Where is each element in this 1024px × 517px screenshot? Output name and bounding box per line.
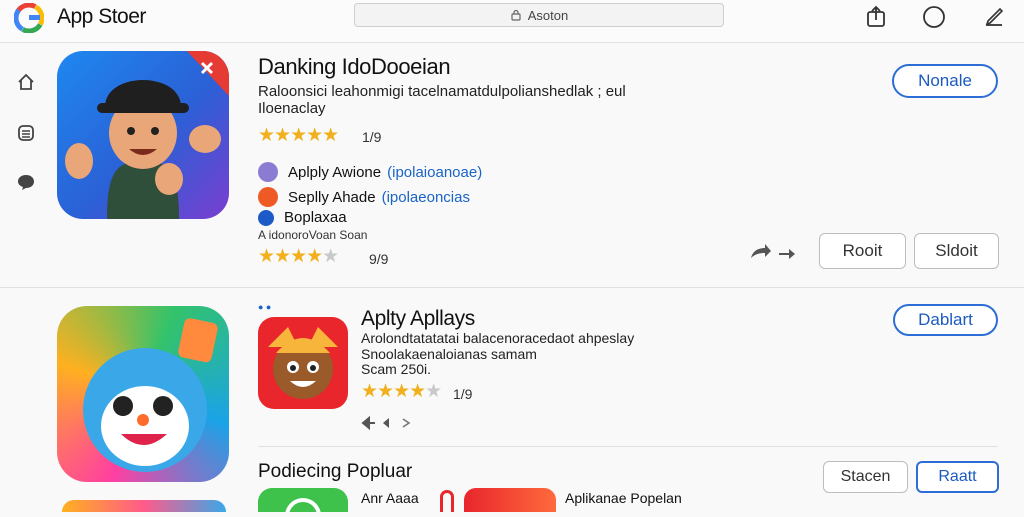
lock-icon bbox=[511, 9, 521, 21]
listing1-note: A idonoroVoan Soan bbox=[258, 228, 368, 242]
listing2-title[interactable]: Aplty Apllays bbox=[361, 307, 475, 331]
share-icon[interactable] bbox=[863, 4, 889, 30]
app-store-logo-icon[interactable] bbox=[14, 3, 44, 33]
listing2-marker-icon: ● ● bbox=[258, 302, 272, 312]
popular-button-a[interactable]: Stacen bbox=[823, 461, 908, 493]
app-dot-icon bbox=[258, 187, 278, 207]
listing1-desc-line1: Raloonsici leahonmigi tacelnamatdulpolia… bbox=[258, 83, 626, 100]
search-input[interactable]: Asoton bbox=[354, 3, 724, 27]
whatsapp-icon[interactable] bbox=[258, 488, 348, 517]
listing1-rating-stars: ★★★★★ bbox=[258, 125, 339, 146]
compass-icon[interactable] bbox=[921, 4, 947, 30]
listing2-desc-line3: Scam 250i. bbox=[361, 361, 432, 377]
popular-item-b[interactable]: Aplikanae Popelan bbox=[565, 490, 682, 506]
listing2-app-icon[interactable] bbox=[57, 306, 229, 482]
popular-item-a[interactable]: Anr Aaaa bbox=[361, 490, 419, 506]
listing2-primary-button[interactable]: Dablart bbox=[893, 304, 998, 336]
edit-icon[interactable] bbox=[981, 4, 1007, 30]
app-dot-icon bbox=[258, 162, 278, 182]
listing1-sub-item[interactable]: Seplly Ahade (ipolaeoncias bbox=[258, 187, 470, 207]
listing2-rating-count: 1/9 bbox=[453, 386, 473, 402]
library-icon[interactable] bbox=[14, 121, 38, 145]
sub-item-label: Boplaxaa bbox=[284, 209, 347, 226]
listing1-sub-item[interactable]: Boplaxaa bbox=[258, 209, 347, 226]
listing1-button-b[interactable]: Sldoit bbox=[914, 233, 999, 269]
popular-button-b[interactable]: Raatt bbox=[916, 461, 999, 493]
sub-item-label: Aplply Awione bbox=[288, 163, 382, 181]
listing2-action-icons[interactable] bbox=[361, 415, 417, 435]
listing1-app-icon[interactable] bbox=[57, 51, 229, 219]
cartoon-bird-icon bbox=[83, 318, 218, 472]
listing2-small-icon[interactable] bbox=[258, 317, 348, 409]
listing1-primary-button[interactable]: Nonale bbox=[892, 64, 998, 98]
section-divider bbox=[0, 287, 1024, 288]
popular-app-icon[interactable] bbox=[62, 500, 226, 512]
listing1-desc-line2: Iloenaclay bbox=[258, 100, 326, 117]
app-title: App Stoer bbox=[57, 5, 146, 28]
home-icon[interactable] bbox=[14, 70, 38, 94]
section-divider bbox=[258, 446, 998, 447]
popular-item-a-icon bbox=[440, 490, 454, 512]
listing2-rating-stars: ★★★★★ bbox=[361, 381, 442, 402]
listing1-rating-stars-2: ★★★★★ bbox=[258, 246, 339, 267]
listing1-rating-count-2: 9/9 bbox=[369, 251, 389, 267]
listing1-title[interactable]: Danking IdoDooeian bbox=[258, 54, 451, 80]
cartoon-cat-icon bbox=[268, 327, 338, 399]
listing1-button-a[interactable]: Rooit bbox=[819, 233, 906, 269]
chat-icon[interactable] bbox=[14, 170, 38, 194]
forward-icon[interactable] bbox=[749, 244, 797, 267]
listing1-sub-item[interactable]: Aplply Awione (ipolaioanoae) bbox=[258, 162, 482, 182]
sub-item-link[interactable]: (ipolaioanoae) bbox=[387, 164, 482, 181]
sub-item-link[interactable]: (ipolaeoncias bbox=[382, 189, 470, 206]
cartoon-character-icon bbox=[65, 51, 229, 219]
listing1-rating-count: 1/9 bbox=[362, 129, 382, 145]
popular-heading: Podiecing Popluar bbox=[258, 461, 413, 482]
app-dot-icon bbox=[258, 209, 274, 226]
sub-item-label: Seplly Ahade bbox=[288, 188, 376, 206]
search-placeholder: Asoton bbox=[527, 7, 569, 23]
listing2-desc-line1: Arolondtatatatai balacenoracedaot ahpesl… bbox=[361, 330, 635, 346]
popular-item-b-icon[interactable] bbox=[464, 488, 556, 512]
